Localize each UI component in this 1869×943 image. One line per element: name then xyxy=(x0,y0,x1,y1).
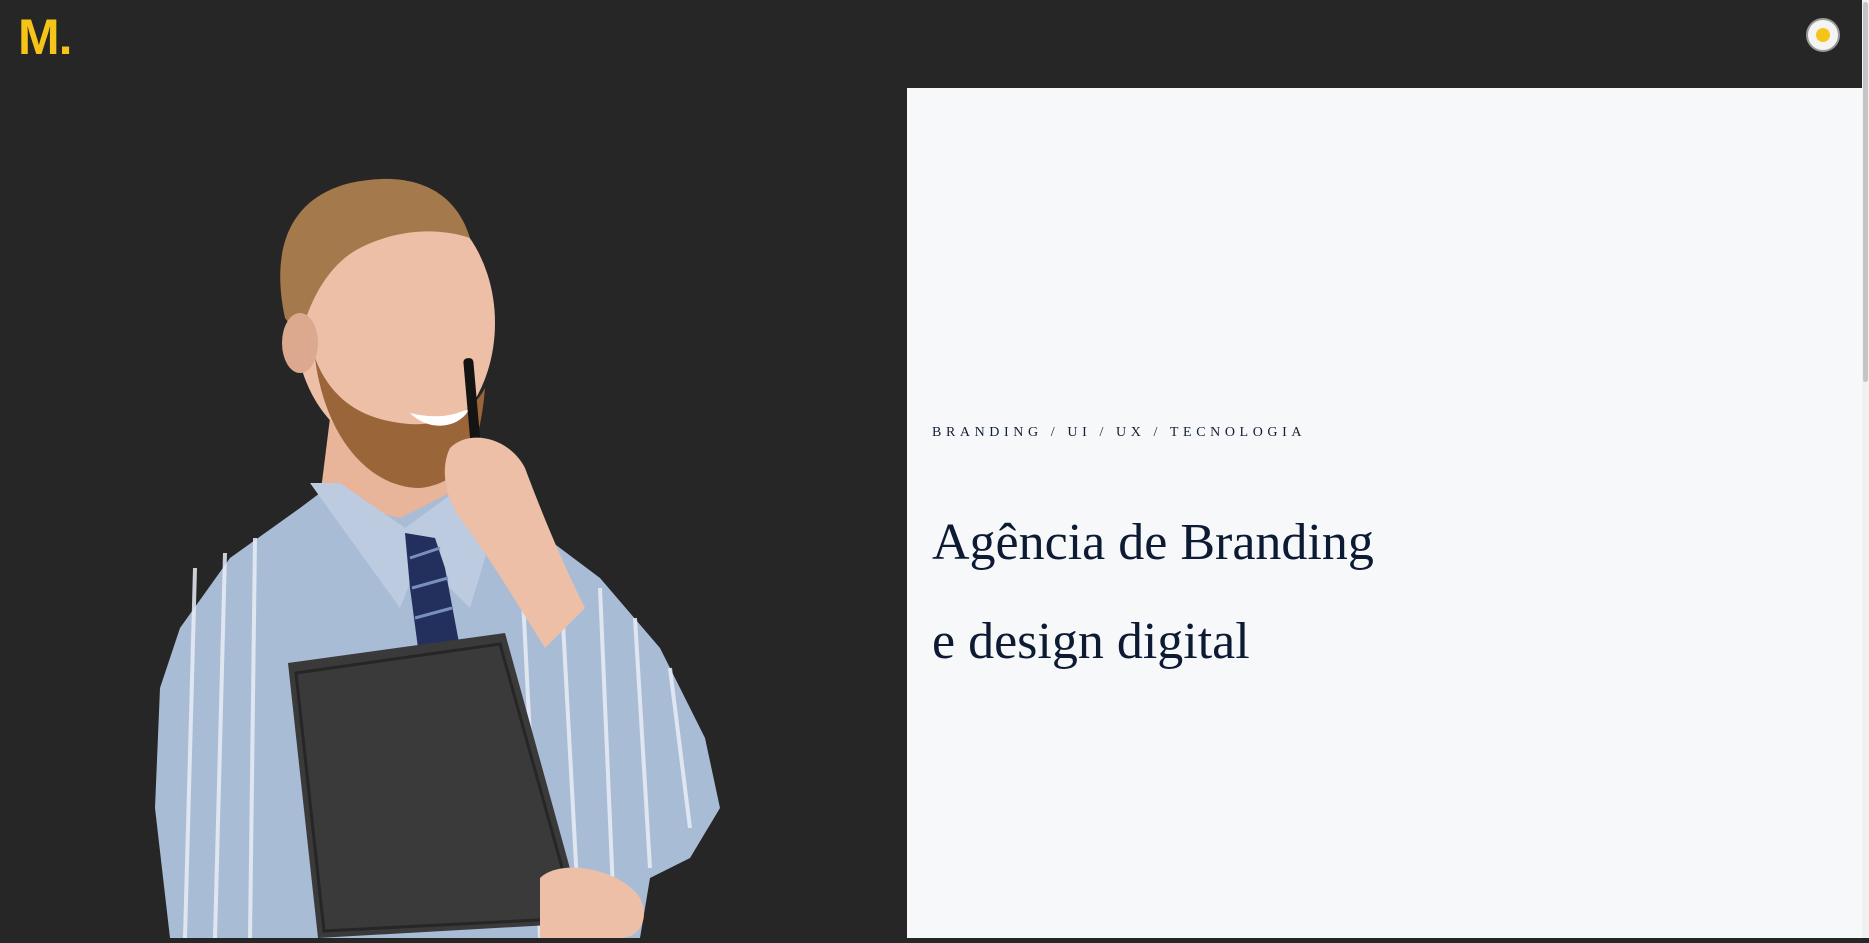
page-scrollbar[interactable] xyxy=(1862,0,1869,938)
hero-image-area xyxy=(0,88,907,939)
headline-line-2: e design digital xyxy=(932,613,1250,670)
businessman-photo xyxy=(155,178,720,939)
top-navigation-bar: M. xyxy=(0,0,1869,88)
hero-headline: Agência de Branding e design digital xyxy=(932,493,1374,691)
services-tagline: BRANDING / UI / UX / TECNOLOGIA xyxy=(932,425,1307,440)
headline-line-1: Agência de Branding xyxy=(932,514,1374,571)
hero-text-panel: BRANDING / UI / UX / TECNOLOGIA Agência … xyxy=(907,88,1862,938)
brand-logo[interactable]: M. xyxy=(18,8,73,66)
scrollbar-thumb[interactable] xyxy=(1863,2,1868,382)
theme-toggle-button[interactable] xyxy=(1806,18,1840,52)
sun-icon xyxy=(1816,28,1830,42)
ear xyxy=(282,313,318,373)
